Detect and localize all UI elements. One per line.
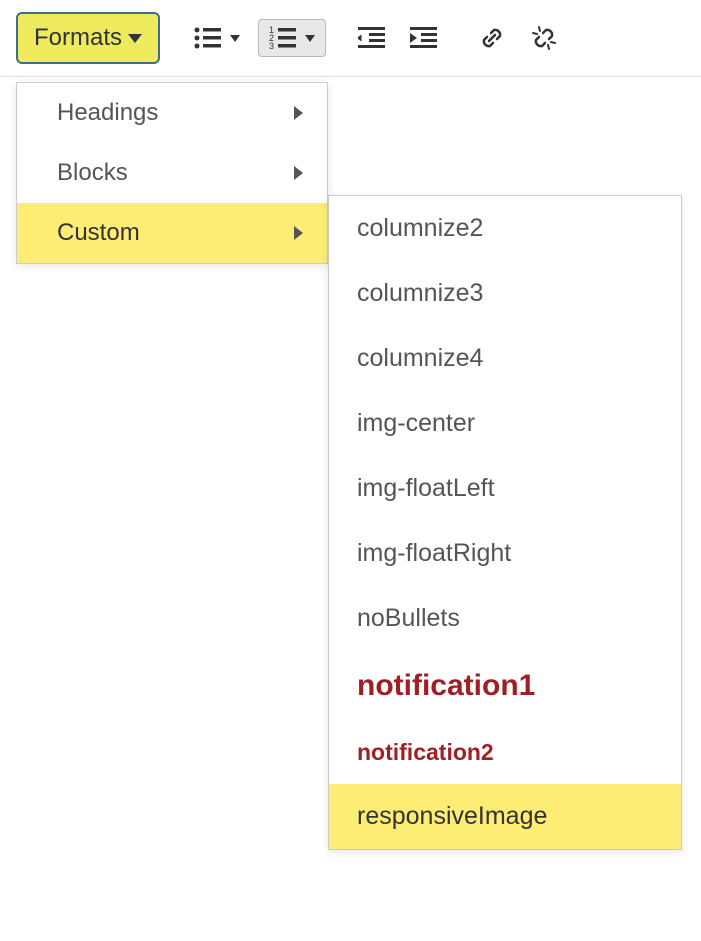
submenu-item-columnize3[interactable]: columnize3: [329, 261, 681, 326]
menu-item-label: Custom: [57, 219, 140, 247]
unlink-icon: [530, 24, 558, 52]
link-icon: [478, 24, 506, 52]
numbered-list-icon: 1 2 3: [269, 26, 297, 50]
bullet-list-button[interactable]: [184, 20, 250, 56]
editor-toolbar: Formats 1 2 3: [0, 0, 701, 77]
numbered-list-button[interactable]: 1 2 3: [258, 19, 326, 57]
indent-button[interactable]: [402, 18, 446, 58]
caret-down-icon: [230, 35, 240, 42]
menu-item-label: Headings: [57, 99, 158, 127]
chevron-right-icon: [294, 226, 303, 240]
outdent-icon: [358, 26, 386, 50]
chevron-right-icon: [294, 166, 303, 180]
formats-label: Formats: [34, 24, 122, 52]
caret-down-icon: [128, 34, 142, 43]
submenu-item-nobullets[interactable]: noBullets: [329, 586, 681, 651]
chevron-right-icon: [294, 106, 303, 120]
submenu-item-notification2[interactable]: notification2: [329, 721, 681, 784]
submenu-item-img-floatleft[interactable]: img-floatLeft: [329, 456, 681, 521]
unlink-button[interactable]: [522, 16, 566, 60]
submenu-item-img-center[interactable]: img-center: [329, 391, 681, 456]
formats-button[interactable]: Formats: [16, 12, 160, 64]
submenu-item-responsiveimage[interactable]: responsiveImage: [329, 784, 681, 849]
menu-item-headings[interactable]: Headings: [17, 83, 327, 143]
submenu-item-notification1[interactable]: notification1: [329, 651, 681, 721]
svg-text:3: 3: [269, 41, 274, 50]
menu-item-custom[interactable]: Custom: [17, 203, 327, 263]
custom-submenu: columnize2 columnize3 columnize4 img-cen…: [328, 195, 682, 850]
caret-down-icon: [305, 35, 315, 42]
indent-icon: [410, 26, 438, 50]
bullet-list-icon: [194, 26, 222, 50]
link-button[interactable]: [470, 16, 514, 60]
submenu-item-columnize4[interactable]: columnize4: [329, 326, 681, 391]
menu-item-blocks[interactable]: Blocks: [17, 143, 327, 203]
formats-dropdown: Headings Blocks Custom: [16, 82, 328, 264]
outdent-button[interactable]: [350, 18, 394, 58]
submenu-item-img-floatright[interactable]: img-floatRight: [329, 521, 681, 586]
menu-item-label: Blocks: [57, 159, 128, 187]
submenu-item-columnize2[interactable]: columnize2: [329, 196, 681, 261]
